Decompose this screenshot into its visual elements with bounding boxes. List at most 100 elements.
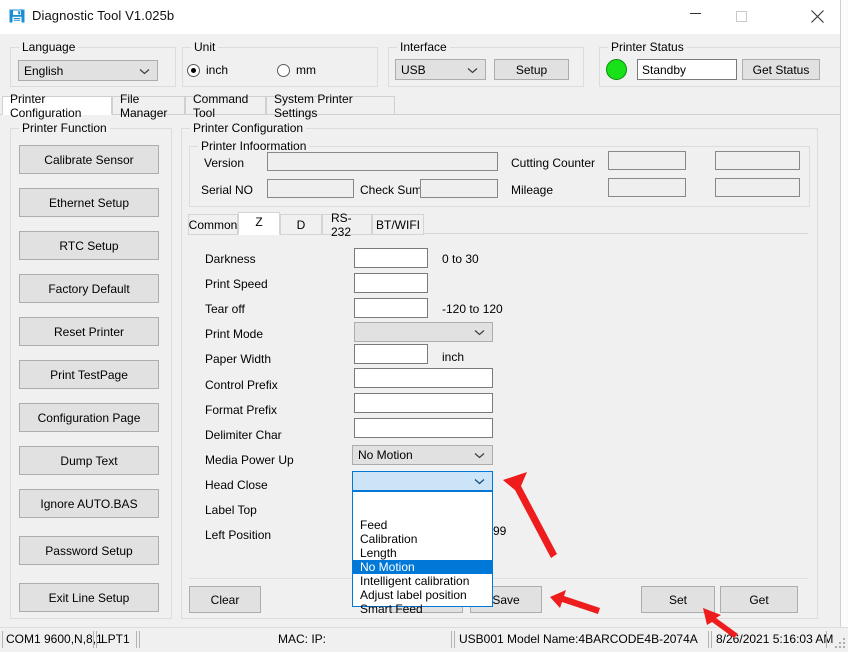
delimiter-char-label: Delimiter Char <box>205 428 282 442</box>
dropdown-option-no-motion[interactable]: No Motion <box>353 560 492 574</box>
mileage-field-2[interactable] <box>715 178 800 197</box>
darkness-input[interactable] <box>354 248 428 268</box>
dropdown-option-blank[interactable] <box>353 492 492 518</box>
inner-tab-common[interactable]: Common <box>188 214 238 235</box>
unit-radio-mm[interactable]: mm <box>277 63 316 77</box>
paper-width-hint: inch <box>442 350 465 364</box>
inner-tab-btwifi[interactable]: BT/WIFI <box>372 214 424 235</box>
version-label: Version <box>204 156 245 170</box>
print-mode-select[interactable] <box>354 322 493 342</box>
ethernet-setup-button[interactable]: Ethernet Setup <box>19 188 159 217</box>
minimize-button[interactable] <box>672 0 718 32</box>
dropdown-option-length[interactable]: Length <box>353 546 492 560</box>
status-separator <box>139 631 140 648</box>
save-label: Save <box>492 592 520 607</box>
tab-command-tool[interactable]: Command Tool <box>185 92 266 120</box>
printer-status-legend: Printer Status <box>608 40 687 54</box>
check-sum-field[interactable] <box>420 179 498 198</box>
inner-tab-z[interactable]: Z <box>238 212 280 235</box>
printer-function-legend: Printer Function <box>19 121 110 135</box>
unit-radio-inch[interactable]: inch <box>187 63 228 77</box>
serial-no-field[interactable] <box>267 179 354 198</box>
paper-width-input[interactable] <box>354 344 428 364</box>
configuration-page-button[interactable]: Configuration Page <box>19 403 159 432</box>
status-separator <box>2 631 3 648</box>
dropdown-option-smart-feed[interactable]: Smart Feed <box>353 602 492 616</box>
cutting-counter-field[interactable] <box>608 151 686 170</box>
dropdown-option-calibration[interactable]: Calibration <box>353 532 492 546</box>
set-button[interactable]: Set <box>641 586 715 613</box>
factory-default-button[interactable]: Factory Default <box>19 274 159 303</box>
dump-text-button[interactable]: Dump Text <box>19 446 159 475</box>
delimiter-char-input[interactable] <box>354 418 493 438</box>
inner-tab-btwifi-label: BT/WIFI <box>376 217 420 232</box>
close-button[interactable] <box>794 0 840 32</box>
chevron-down-icon <box>474 325 485 339</box>
unit-legend: Unit <box>191 40 219 54</box>
inner-tab-d-label: D <box>296 217 306 232</box>
status-separator <box>136 631 137 648</box>
printer-status-field[interactable]: Standby <box>637 59 737 80</box>
ignore-autobas-button[interactable]: Ignore AUTO.BAS <box>19 489 159 518</box>
mileage-value-2 <box>716 179 799 181</box>
rtc-setup-button[interactable]: RTC Setup <box>19 231 159 260</box>
head-close-select[interactable] <box>352 471 493 491</box>
inner-tab-d[interactable]: D <box>280 214 322 235</box>
configuration-page-label: Configuration Page <box>37 410 141 425</box>
reset-printer-label: Reset Printer <box>53 324 125 339</box>
media-power-up-select[interactable]: No Motion <box>352 445 493 465</box>
check-sum-value <box>421 180 497 182</box>
format-prefix-label: Format Prefix <box>205 403 278 417</box>
darkness-value <box>355 249 427 251</box>
dropdown-option-intelligent-calibration[interactable]: Intelligent calibration <box>353 574 492 588</box>
clear-button[interactable]: Clear <box>189 586 261 613</box>
head-close-dropdown-list[interactable]: Feed Calibration Length No Motion Intell… <box>352 491 493 616</box>
tab-command-tool-label: Command Tool <box>193 91 249 120</box>
print-speed-input[interactable] <box>354 273 428 293</box>
interface-setup-button[interactable]: Setup <box>494 59 569 80</box>
unit-radio-mm-label: mm <box>296 63 316 77</box>
get-status-button[interactable]: Get Status <box>742 59 820 80</box>
interface-legend: Interface <box>397 40 450 54</box>
tab-file-manager[interactable]: File Manager <box>112 92 185 120</box>
get-button[interactable]: Get <box>720 586 798 613</box>
control-prefix-input[interactable] <box>354 368 493 388</box>
chevron-down-icon <box>474 448 485 462</box>
chevron-down-icon <box>139 64 150 78</box>
tab-printer-configuration-label: Printer Configuration <box>10 91 82 120</box>
print-speed-label: Print Speed <box>205 277 268 291</box>
resize-grip-icon[interactable] <box>833 638 845 650</box>
calibrate-sensor-button[interactable]: Calibrate Sensor <box>19 145 159 174</box>
version-field[interactable] <box>267 152 498 171</box>
floppy-disk-icon <box>8 7 26 25</box>
get-label: Get <box>749 592 769 607</box>
label-top-label: Label Top <box>205 503 257 517</box>
tab-system-printer-settings[interactable]: System Printer Settings <box>266 92 395 120</box>
reset-printer-button[interactable]: Reset Printer <box>19 317 159 346</box>
action-row-divider <box>189 578 808 579</box>
paper-width-value <box>355 345 427 347</box>
print-speed-value <box>355 274 427 276</box>
exit-line-setup-button[interactable]: Exit Line Setup <box>19 583 159 612</box>
status-separator <box>711 631 712 648</box>
inner-tab-rs232[interactable]: RS-232 <box>322 211 372 239</box>
interface-setup-label: Setup <box>515 62 548 77</box>
format-prefix-input[interactable] <box>354 393 493 413</box>
maximize-button[interactable] <box>718 0 764 32</box>
mileage-value <box>609 179 685 181</box>
dropdown-option-adjust-label-position[interactable]: Adjust label position <box>353 588 492 602</box>
password-setup-button[interactable]: Password Setup <box>19 536 159 565</box>
tear-off-input[interactable] <box>354 298 428 318</box>
status-usb-model: USB001 Model Name:4BARCODE4B-2074A <box>459 632 698 646</box>
status-bar: COM1 9600,N,8,1 LPT1 MAC: IP: USB001 Mod… <box>0 627 848 652</box>
tab-printer-configuration[interactable]: Printer Configuration <box>2 92 112 120</box>
dropdown-option-feed[interactable]: Feed <box>353 518 492 532</box>
mileage-field[interactable] <box>608 178 686 197</box>
print-testpage-button[interactable]: Print TestPage <box>19 360 159 389</box>
cutting-counter-field-2[interactable] <box>715 151 800 170</box>
status-led-indicator <box>606 59 627 80</box>
language-select[interactable]: English <box>18 60 158 81</box>
diagnostic-tool-window: Diagnostic Tool V1.025b Language English… <box>0 0 848 652</box>
interface-select[interactable]: USB <box>395 59 486 80</box>
clear-label: Clear <box>210 592 240 607</box>
